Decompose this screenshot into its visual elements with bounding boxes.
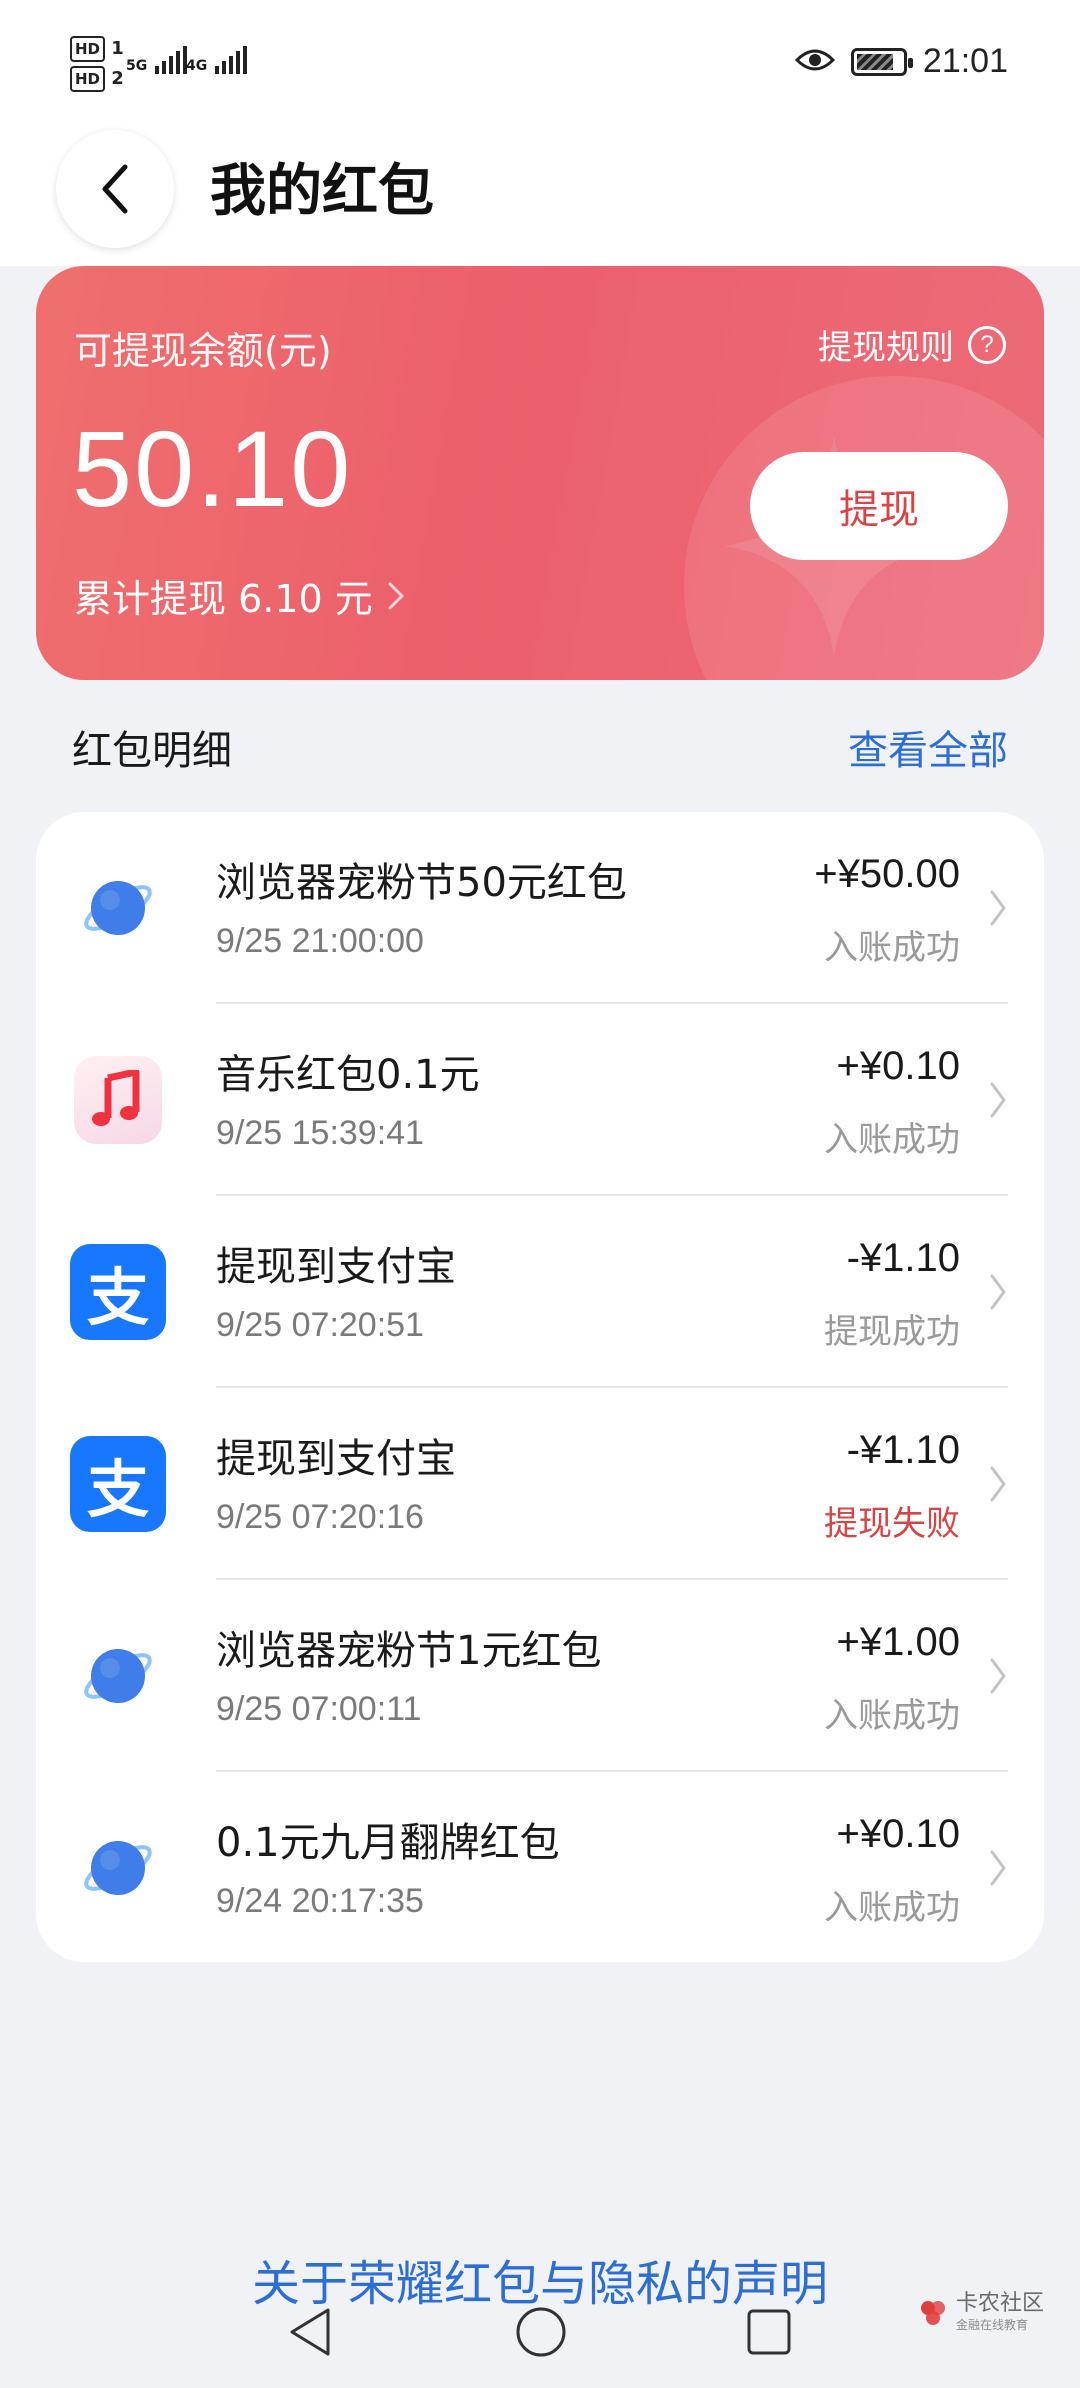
sim2-index: 2 [111,68,124,89]
record-row[interactable]: 音乐红包0.1元 9/25 15:39:41 +¥0.10 入账成功 [36,1004,1044,1196]
record-status: 入账成功 [824,928,960,968]
balance-amount: 50.10 [72,408,353,529]
record-amount: -¥1.10 [846,1428,960,1472]
record-amount: +¥1.00 [836,1620,960,1664]
record-status: 入账成功 [824,1696,960,1736]
signal-4g-icon: 4G [186,44,248,74]
hd-badge-2: HD [70,66,106,92]
chevron-right-icon [990,1082,1006,1118]
browser-planet-icon [70,1628,166,1724]
withdraw-rules-link[interactable]: 提现规则 ? [818,320,1006,369]
withdraw-button[interactable]: 提现 [750,452,1008,560]
chevron-left-icon [102,164,128,214]
record-title: 音乐红包0.1元 [216,1052,480,1098]
browser-planet-icon [70,860,166,956]
page-title: 我的红包 [210,159,434,224]
record-time: 9/24 20:17:35 [216,1882,424,1920]
record-row[interactable]: 浏览器宠粉节1元红包 9/25 07:00:11 +¥1.00 入账成功 [36,1580,1044,1772]
watermark-name: 卡农社区 [955,2291,1044,2316]
back-button[interactable] [56,130,174,248]
signal-5g-icon: 5G [126,44,188,74]
chevron-right-icon [990,1466,1006,1502]
total-withdrawn-link[interactable]: 累计提现 6.10 元 [74,568,405,623]
withdraw-rules-label: 提现规则 [818,328,954,368]
record-row[interactable]: 0.1元九月翻牌红包 9/24 20:17:35 +¥0.10 入账成功 [36,1772,1044,1962]
browser-planet-icon [70,1820,166,1916]
balance-card: 可提现余额(元) 提现规则 ? 50.10 提现 累计提现 6.10 元 [36,266,1044,680]
record-status: 入账成功 [824,1888,960,1928]
chevron-right-icon [990,1850,1006,1886]
record-time: 9/25 07:20:16 [216,1498,424,1536]
status-bar: HD 1 HD 2 5G 4G 21:01 [0,0,1080,130]
record-amount: +¥0.10 [836,1812,960,1856]
app-header: 我的红包 [0,130,1080,266]
record-status: 提现失败 [824,1504,960,1544]
nav-back-triangle-icon[interactable] [284,2304,334,2360]
battery-icon [850,47,913,76]
chevron-right-icon [388,582,404,609]
alipay-glyph: 支 [70,1436,166,1532]
watermark-logo-icon [920,2300,945,2325]
record-title: 浏览器宠粉节1元红包 [216,1628,602,1674]
view-all-link[interactable]: 查看全部 [848,718,1008,776]
eye-comfort-icon [794,46,836,78]
record-amount: +¥50.00 [814,852,960,896]
hd-badge-1: HD [70,36,106,62]
sim1-index: 1 [111,38,124,59]
network-5g-label: 5G [126,58,148,74]
network-4g-label: 4G [186,58,208,74]
help-icon: ? [968,325,1006,364]
record-row[interactable]: 浏览器宠粉节50元红包 9/25 21:00:00 +¥50.00 入账成功 [36,812,1044,1004]
record-amount: +¥0.10 [836,1044,960,1088]
records-section-title: 红包明细 [72,728,232,774]
records-list: 浏览器宠粉节50元红包 9/25 21:00:00 +¥50.00 入账成功 音… [36,812,1044,1962]
record-status: 入账成功 [824,1120,960,1160]
record-row[interactable]: 支 提现到支付宝 9/25 07:20:16 -¥1.10 提现失败 [36,1388,1044,1580]
record-title: 提现到支付宝 [216,1244,456,1290]
chevron-right-icon [990,890,1006,926]
watermark-subtitle: 金融在线教育 [955,2318,1028,2332]
alipay-icon: 支 [70,1436,166,1532]
clock: 21:01 [922,42,1008,80]
record-time: 9/25 07:20:51 [216,1306,424,1344]
nav-home-circle-icon[interactable] [514,2304,568,2360]
alipay-glyph: 支 [70,1244,166,1340]
record-amount: -¥1.10 [846,1236,960,1280]
alipay-icon: 支 [70,1244,166,1340]
record-time: 9/25 15:39:41 [216,1114,424,1152]
sim-indicators: HD 1 HD 2 [70,36,124,96]
record-row[interactable]: 支 提现到支付宝 9/25 07:20:51 -¥1.10 提现成功 [36,1196,1044,1388]
music-note-icon [70,1052,166,1148]
status-right: 21:01 [794,42,1008,81]
record-status: 提现成功 [824,1312,960,1352]
record-time: 9/25 07:00:11 [216,1690,422,1728]
chevron-right-icon [990,1658,1006,1694]
record-title: 浏览器宠粉节50元红包 [216,860,627,906]
watermark: 卡农社区 金融在线教育 [916,2292,1044,2333]
chevron-right-icon [990,1274,1006,1310]
record-title: 提现到支付宝 [216,1436,456,1482]
record-time: 9/25 21:00:00 [216,922,424,960]
record-title: 0.1元九月翻牌红包 [216,1820,560,1866]
nav-recents-square-icon[interactable] [744,2304,794,2360]
total-withdrawn-label: 累计提现 6.10 元 [74,577,373,621]
balance-label: 可提现余额(元) [74,329,332,373]
